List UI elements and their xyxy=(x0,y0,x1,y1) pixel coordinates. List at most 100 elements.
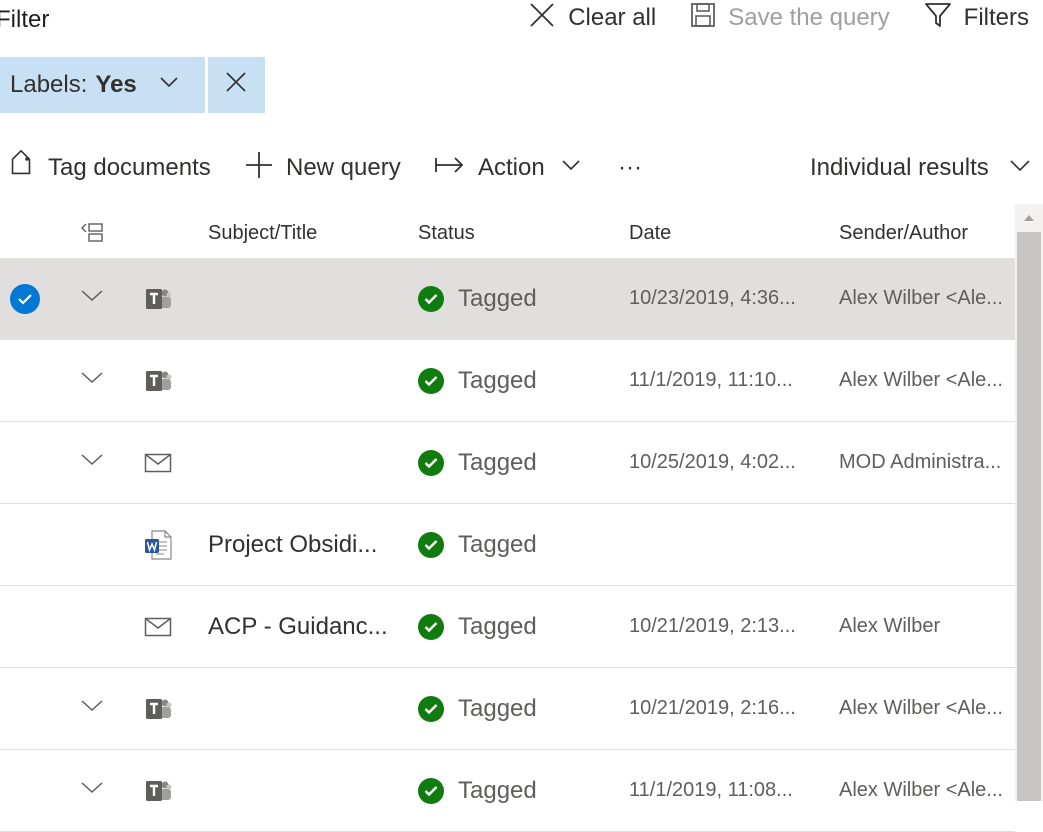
table-row[interactable]: Project Obsidi... Tagged xyxy=(0,504,1015,586)
mail-icon xyxy=(144,586,172,667)
column-subject[interactable]: Subject/Title xyxy=(208,222,317,245)
new-query-label: New query xyxy=(286,154,401,181)
status-label: Tagged xyxy=(458,448,537,476)
row-title[interactable]: Project Obsidi... xyxy=(208,504,377,585)
chip-label: Labels: xyxy=(10,71,88,98)
table-header: Subject/Title Status Date Sender/Author xyxy=(0,212,1015,258)
group-toggle-icon[interactable] xyxy=(80,222,104,250)
close-icon xyxy=(528,1,556,36)
teams-icon xyxy=(144,258,172,339)
table-row[interactable]: Tagged 10/25/2019, 4:02... MOD Administra.… xyxy=(0,422,1015,504)
filter-icon xyxy=(924,1,952,36)
column-date[interactable]: Date xyxy=(629,222,671,245)
table-row[interactable]: Tagged 11/1/2019, 11:10... Alex Wilber <Al… xyxy=(0,340,1015,422)
table-row[interactable]: Tagged 10/21/2019, 2:16... Alex Wilber <Al… xyxy=(0,668,1015,750)
view-label: Individual results xyxy=(810,154,989,181)
column-status[interactable]: Status xyxy=(418,222,475,245)
chevron-down-icon xyxy=(159,71,179,99)
chip-value: Yes xyxy=(95,71,137,98)
status-label: Tagged xyxy=(458,776,537,804)
row-sender: MOD Administra... xyxy=(839,451,1002,473)
save-query-label: Save the query xyxy=(728,4,890,31)
labels-filter-dropdown[interactable]: Labels: Yes xyxy=(0,57,205,113)
check-circle-icon xyxy=(418,777,444,804)
filters-button[interactable]: Filters xyxy=(924,1,1029,36)
teams-icon xyxy=(144,668,172,749)
status-label: Tagged xyxy=(458,284,537,312)
row-status: Tagged xyxy=(418,750,537,831)
clear-all-button[interactable]: Clear all xyxy=(528,1,656,36)
page-title: Filter xyxy=(0,6,50,33)
row-date: 10/23/2019, 4:36... xyxy=(629,287,796,309)
row-status: Tagged xyxy=(418,422,537,503)
check-circle-icon xyxy=(418,449,444,476)
table-row[interactable]: ACP - Guidanc... Tagged 10/21/2019, 2:13..… xyxy=(0,586,1015,668)
row-checkbox[interactable] xyxy=(10,258,40,339)
chevron-down-icon xyxy=(80,777,104,805)
status-label: Tagged xyxy=(458,366,537,394)
row-sender: Alex Wilber <Ale... xyxy=(839,697,1003,719)
row-status: Tagged xyxy=(418,668,537,749)
tag-icon xyxy=(6,149,36,187)
action-label: Action xyxy=(478,154,545,181)
checkmark-icon xyxy=(10,283,40,314)
more-options-button[interactable]: ··· xyxy=(618,140,642,196)
chevron-down-icon xyxy=(80,367,104,395)
scroll-up-button[interactable] xyxy=(1017,204,1041,230)
remove-filter-button[interactable] xyxy=(207,57,265,113)
new-query-button[interactable]: New query xyxy=(244,140,401,196)
row-date: 10/21/2019, 2:13... xyxy=(629,615,796,637)
chevron-down-icon xyxy=(561,154,581,182)
table-row[interactable]: Tagged 10/23/2019, 4:36... Alex Wilber <Al… xyxy=(0,258,1015,340)
clear-all-label: Clear all xyxy=(568,4,657,31)
row-status: Tagged xyxy=(418,586,537,667)
teams-icon xyxy=(144,340,172,421)
row-status: Tagged xyxy=(418,258,537,339)
row-status: Tagged xyxy=(418,504,537,585)
filters-label: Filters xyxy=(963,4,1029,31)
row-sender: Alex Wilber xyxy=(839,615,941,637)
expand-row-button[interactable] xyxy=(80,258,104,339)
check-circle-icon xyxy=(418,285,444,312)
status-label: Tagged xyxy=(458,612,537,640)
tag-documents-label: Tag documents xyxy=(48,154,211,181)
view-selector-dropdown[interactable]: Individual results xyxy=(810,140,1031,196)
table-row[interactable]: Tagged 11/1/2019, 11:08... Alex Wilber <Al… xyxy=(0,750,1015,832)
row-sender: Alex Wilber <Ale... xyxy=(839,779,1003,801)
chevron-down-icon xyxy=(1009,154,1031,183)
command-bar: Tag documents New query Action ··· Indiv… xyxy=(0,140,1043,196)
chevron-down-icon xyxy=(80,285,104,313)
row-date: 11/1/2019, 11:08... xyxy=(629,779,793,801)
save-query-button[interactable]: Save the query xyxy=(690,2,890,35)
row-status: Tagged xyxy=(418,340,537,421)
expand-row-button[interactable] xyxy=(80,340,104,421)
expand-row-button[interactable] xyxy=(80,668,104,749)
column-sender[interactable]: Sender/Author xyxy=(839,222,968,245)
check-circle-icon xyxy=(418,367,444,394)
teams-icon xyxy=(144,750,172,831)
save-icon xyxy=(690,2,716,35)
chevron-down-icon xyxy=(80,449,104,477)
filter-chip: Labels: Yes xyxy=(0,57,265,113)
chevron-down-icon xyxy=(80,695,104,723)
results-list: Tagged 10/23/2019, 4:36... Alex Wilber <Al… xyxy=(0,258,1015,832)
action-menu-button[interactable]: Action xyxy=(434,140,581,196)
tag-documents-button[interactable]: Tag documents xyxy=(6,140,211,196)
mail-icon xyxy=(144,422,172,503)
header-actions: Clear all Save the query Filters xyxy=(528,0,1029,36)
word-icon xyxy=(144,504,172,585)
row-date: 11/1/2019, 11:10... xyxy=(629,369,793,391)
scrollbar-thumb[interactable] xyxy=(1017,232,1041,801)
add-icon xyxy=(244,150,274,187)
expand-row-button[interactable] xyxy=(80,750,104,831)
check-circle-icon xyxy=(418,613,444,640)
close-icon xyxy=(224,70,248,101)
row-sender: Alex Wilber <Ale... xyxy=(839,369,1003,391)
arrow-right-icon xyxy=(434,153,466,184)
expand-row-button[interactable] xyxy=(80,422,104,503)
row-sender: Alex Wilber <Ale... xyxy=(839,287,1003,309)
row-date: 10/21/2019, 2:16... xyxy=(629,697,796,719)
status-label: Tagged xyxy=(458,694,537,722)
row-date: 10/25/2019, 4:02... xyxy=(629,451,796,473)
row-title[interactable]: ACP - Guidanc... xyxy=(208,586,388,667)
